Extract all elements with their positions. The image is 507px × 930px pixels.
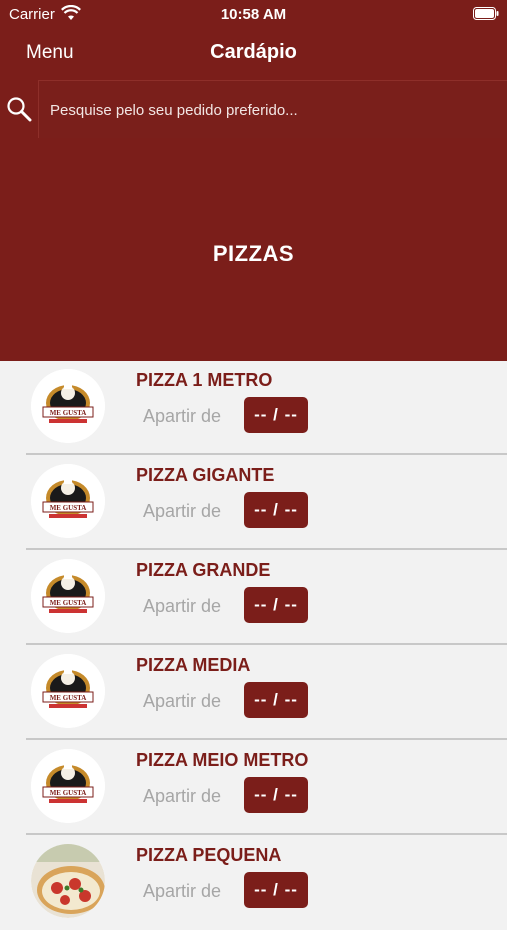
category-title: PIZZAS (212, 241, 295, 266)
price-button[interactable]: -- / -- (244, 492, 308, 528)
price-button[interactable]: -- / -- (244, 777, 308, 813)
price-prefix: Apartir de (143, 881, 222, 901)
price-prefix: Apartir de (143, 596, 222, 616)
product-list: ME GUSTA PIZZA 1 METRO Apartir de -- / -… (0, 361, 507, 918)
restaurant-logo-image: ME GUSTA (31, 369, 105, 443)
divider (26, 643, 507, 645)
search-icon[interactable] (6, 96, 32, 122)
divider (26, 548, 507, 550)
list-item[interactable]: ME GUSTA PIZZA MEDIA Apartir de -- / -- (0, 646, 507, 740)
divider (26, 738, 507, 740)
item-name: PIZZA PEQUENA (136, 845, 282, 865)
header: Carrier 10:58 AM Menu Cardápio PIZZAS (0, 0, 507, 361)
item-name: PIZZA MEIO METRO (136, 750, 309, 770)
search-input[interactable] (48, 81, 492, 139)
restaurant-logo-image: ME GUSTA (31, 654, 105, 728)
restaurant-logo-image: ME GUSTA (31, 749, 105, 823)
search-field[interactable] (38, 80, 507, 139)
logo-text: ME GUSTA (50, 694, 87, 702)
status-time: 10:58 AM (220, 6, 287, 23)
price-button[interactable]: -- / -- (244, 872, 308, 908)
price-button[interactable]: -- / -- (244, 682, 308, 718)
list-item[interactable]: PIZZA PEQUENA Apartir de -- / -- (0, 836, 507, 930)
list-item[interactable]: ME GUSTA PIZZA GIGANTE Apartir de -- / -… (0, 456, 507, 550)
price-prefix: Apartir de (143, 406, 222, 426)
list-item[interactable]: ME GUSTA PIZZA GRANDE Apartir de -- / -- (0, 551, 507, 645)
navbar: Menu Cardápio (0, 28, 507, 78)
page-title: Cardápio (210, 41, 297, 63)
list-item[interactable]: ME GUSTA PIZZA 1 METRO Apartir de -- / -… (0, 361, 507, 455)
logo-text: ME GUSTA (50, 409, 87, 417)
item-name: PIZZA GIGANTE (136, 465, 275, 485)
price-prefix: Apartir de (143, 501, 222, 521)
restaurant-logo-image: ME GUSTA (31, 464, 105, 538)
battery-icon (473, 7, 499, 20)
item-name: PIZZA GRANDE (136, 560, 271, 580)
price-prefix: Apartir de (143, 786, 222, 806)
restaurant-logo-image: ME GUSTA (31, 559, 105, 633)
logo-text: ME GUSTA (50, 599, 87, 607)
item-name: PIZZA 1 METRO (136, 370, 273, 390)
logo-text: ME GUSTA (50, 789, 87, 797)
item-name: PIZZA MEDIA (136, 655, 251, 675)
price-button[interactable]: -- / -- (244, 587, 308, 623)
status-bar: Carrier 10:58 AM (0, 0, 507, 28)
divider (26, 833, 507, 835)
pizza-photo-image (31, 844, 105, 918)
price-button[interactable]: -- / -- (244, 397, 308, 433)
divider (26, 453, 507, 455)
list-item[interactable]: ME GUSTA PIZZA MEIO METRO Apartir de -- … (0, 741, 507, 835)
logo-text: ME GUSTA (50, 504, 87, 512)
price-prefix: Apartir de (143, 691, 222, 711)
